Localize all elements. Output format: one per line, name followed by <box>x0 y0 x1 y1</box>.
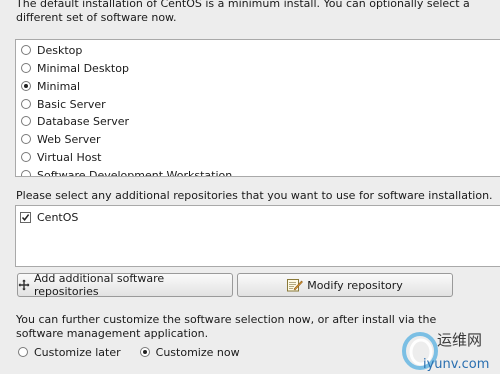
radio-icon[interactable] <box>21 116 31 126</box>
customize-later-label: Customize later <box>34 345 121 359</box>
radio-icon[interactable] <box>21 170 31 176</box>
add-repositories-label: Add additional software repositories <box>34 272 165 298</box>
edit-icon <box>287 278 304 292</box>
repository-item-centos[interactable]: CentOS <box>20 209 78 225</box>
watermark-url-text: iyunv.com <box>423 357 489 372</box>
add-icon <box>18 279 30 291</box>
radio-icon[interactable] <box>18 347 28 357</box>
software-option-label: Database Server <box>37 114 130 128</box>
software-option-basic-server[interactable]: Basic Server <box>21 95 106 113</box>
intro-text: The default installation of CentOS is a … <box>16 0 470 24</box>
radio-selected-icon[interactable] <box>21 81 31 91</box>
software-option-dev-workstation[interactable]: Software Development Workstation <box>21 166 233 177</box>
radio-icon[interactable] <box>21 152 31 162</box>
customize-options: Customize later Customize now <box>18 344 259 360</box>
modify-repository-label: Modify repository <box>307 278 403 292</box>
radio-icon[interactable] <box>21 99 31 109</box>
watermark-logo-icon: 运维网 iyunv.com <box>402 331 489 372</box>
radio-icon[interactable] <box>21 134 31 144</box>
software-option-web-server[interactable]: Web Server <box>21 130 101 148</box>
repository-list[interactable]: CentOS <box>15 205 500 267</box>
software-option-label: Web Server <box>37 132 101 146</box>
software-option-label: Virtual Host <box>37 150 102 164</box>
software-option-virtual-host[interactable]: Virtual Host <box>21 148 102 166</box>
software-option-database-server[interactable]: Database Server <box>21 112 129 130</box>
add-repositories-button[interactable]: Add additional software repositories <box>17 272 233 298</box>
software-option-label: Software Development Workstation <box>37 168 233 177</box>
software-option-label: Desktop <box>37 43 83 57</box>
software-option-label: Minimal Desktop <box>37 61 129 75</box>
repository-label: CentOS <box>37 210 79 224</box>
software-set-list[interactable]: Desktop Minimal Desktop Minimal Basic Se… <box>15 39 500 177</box>
software-option-minimal[interactable]: Minimal <box>21 77 80 95</box>
customize-now-label: Customize now <box>155 345 240 359</box>
repositories-prompt: Please select any additional repositorie… <box>16 189 493 202</box>
watermark-chinese-text: 运维网 <box>437 331 482 349</box>
customize-later-option[interactable]: Customize later <box>18 346 121 359</box>
radio-selected-icon[interactable] <box>139 347 150 357</box>
modify-repository-button[interactable]: Modify repository <box>237 273 453 297</box>
software-option-minimal-desktop[interactable]: Minimal Desktop <box>21 59 129 77</box>
checkbox-checked-icon[interactable] <box>20 211 31 223</box>
software-option-label: Basic Server <box>37 97 106 111</box>
radio-icon[interactable] <box>21 45 31 55</box>
checkmark-icon <box>21 213 30 221</box>
software-option-desktop[interactable]: Desktop <box>21 41 82 59</box>
software-option-label: Minimal <box>37 79 81 93</box>
radio-icon[interactable] <box>21 63 31 73</box>
customize-now-option[interactable]: Customize now <box>139 345 240 359</box>
